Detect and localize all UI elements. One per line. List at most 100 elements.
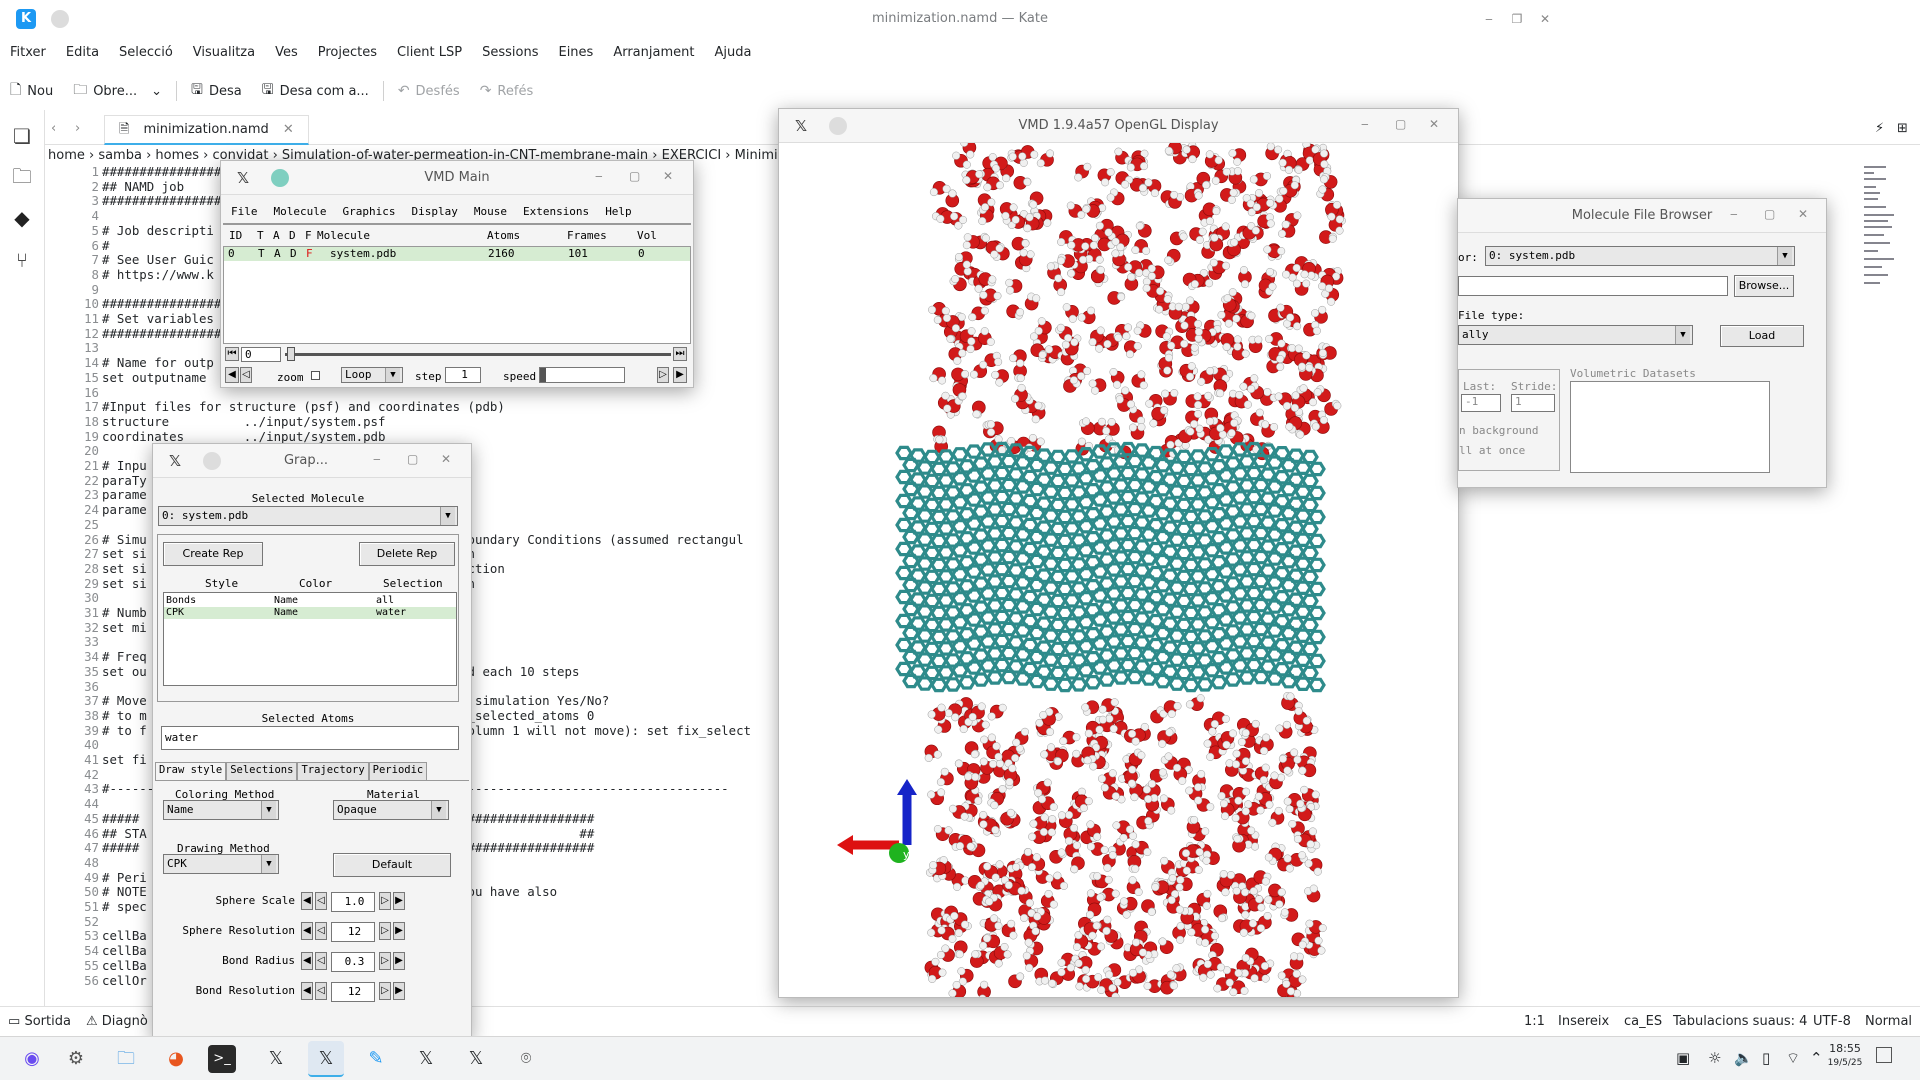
- increase-icon[interactable]: ▷: [379, 982, 391, 1000]
- screenshot-icon[interactable]: ⌾: [508, 1041, 544, 1077]
- terminal-icon[interactable]: >_: [208, 1045, 236, 1073]
- tray-expand-icon[interactable]: ⌃: [1810, 1049, 1823, 1067]
- minimize-icon[interactable]: ‒: [373, 452, 381, 466]
- code-line[interactable]: # https://www.k: [102, 267, 214, 282]
- restore-icon[interactable]: ❐: [1508, 10, 1526, 28]
- tab-1[interactable]: Selections: [226, 762, 298, 780]
- split-icon[interactable]: ⚡: [1875, 121, 1884, 136]
- menu-7[interactable]: Sessions: [472, 42, 548, 64]
- code-line[interactable]: # Freq: [102, 649, 147, 664]
- menu-8[interactable]: Eines: [548, 42, 603, 64]
- minimize-icon[interactable]: ‒: [595, 169, 603, 183]
- documents-icon[interactable]: ❏: [8, 122, 36, 150]
- tab-minimization[interactable]: 🗎 minimization.namd ✕: [104, 115, 309, 145]
- play-reverse-icon[interactable]: ◀: [225, 367, 239, 383]
- settings-icon[interactable]: ⚙: [58, 1041, 94, 1077]
- close-icon[interactable]: ✕: [441, 452, 451, 466]
- close-icon[interactable]: ✕: [1536, 10, 1554, 28]
- indentation[interactable]: Tabulacions suaus: 4: [1673, 1014, 1807, 1029]
- top-toggle[interactable]: T: [258, 247, 265, 260]
- decrease-fast-icon[interactable]: ◀: [301, 922, 313, 940]
- loop-select[interactable]: Loop: [341, 367, 403, 383]
- x11-app-active-icon[interactable]: 𝕏: [308, 1041, 344, 1077]
- molecule-scene[interactable]: y: [779, 143, 1458, 997]
- code-line[interactable]: #Input files for structure (psf) and coo…: [102, 399, 505, 414]
- stride-input[interactable]: 1: [1511, 394, 1555, 412]
- menu-3[interactable]: Visualitza: [183, 42, 265, 64]
- kde-connect-icon[interactable]: ▯: [1762, 1049, 1770, 1067]
- increase-fast-icon[interactable]: ▶: [393, 892, 405, 910]
- network-icon[interactable]: ⌔: [1786, 1049, 1800, 1068]
- show-desktop-icon[interactable]: [1876, 1047, 1892, 1063]
- increase-fast-icon[interactable]: ▶: [393, 982, 405, 1000]
- vmd-menu-4[interactable]: Mouse: [466, 199, 515, 223]
- increase-icon[interactable]: ▷: [379, 952, 391, 970]
- code-line[interactable]: set fi: [102, 752, 147, 767]
- diagnostics-tab[interactable]: ⚠ Diagnò: [86, 1014, 148, 1029]
- forward-icon[interactable]: ›: [75, 121, 80, 136]
- param-input[interactable]: 12: [331, 982, 375, 1002]
- undo-button[interactable]: ↶ Desfés: [388, 77, 470, 105]
- project-icon[interactable]: ⑂: [8, 246, 36, 274]
- code-line[interactable]: set mi: [102, 620, 147, 635]
- app-launcher-icon[interactable]: ◉: [14, 1041, 50, 1077]
- save-as-button[interactable]: 🖫 Desa com a...: [252, 77, 379, 105]
- create-rep-button[interactable]: Create Rep: [163, 542, 263, 566]
- dictionary[interactable]: ca_ES: [1624, 1014, 1662, 1029]
- increase-icon[interactable]: ▷: [379, 892, 391, 910]
- vmd-menu-2[interactable]: Graphics: [334, 199, 403, 223]
- vmd-menu-3[interactable]: Display: [403, 199, 465, 223]
- code-line[interactable]: cellBa: [102, 928, 147, 943]
- increase-fast-icon[interactable]: ▶: [393, 922, 405, 940]
- code-line[interactable]: parame: [102, 502, 147, 517]
- volumetric-list[interactable]: [1570, 381, 1770, 473]
- tab-0[interactable]: Draw style: [155, 762, 227, 780]
- last-input[interactable]: -1: [1461, 394, 1501, 412]
- vmd-menu-5[interactable]: Extensions: [515, 199, 597, 223]
- active-toggle[interactable]: A: [274, 247, 281, 260]
- maximize-icon[interactable]: ▢: [407, 452, 418, 466]
- param-input[interactable]: 12: [331, 922, 375, 942]
- frame-slider-handle[interactable]: [287, 347, 295, 361]
- encoding[interactable]: UTF-8: [1813, 1014, 1851, 1029]
- selected-atoms-input[interactable]: water: [161, 726, 459, 750]
- window-menu-dot[interactable]: [51, 10, 69, 28]
- decrease-icon[interactable]: ◁: [315, 922, 327, 940]
- layout-icon[interactable]: ⊞: [1897, 121, 1908, 136]
- rep-row-selected[interactable]: CPK Name water: [164, 607, 456, 619]
- input-mode[interactable]: Insereix: [1558, 1014, 1609, 1029]
- decrease-fast-icon[interactable]: ◀: [301, 952, 313, 970]
- code-line[interactable]: # Numb: [102, 605, 147, 620]
- volume-icon[interactable]: 🔈: [1734, 1049, 1753, 1067]
- code-line[interactable]: paraTy: [102, 473, 147, 488]
- output-tab[interactable]: ▭ Sortida: [8, 1014, 71, 1029]
- code-line[interactable]: coordinates ../input/system.pdb: [102, 429, 385, 444]
- browse-button[interactable]: Browse...: [1734, 275, 1794, 297]
- decrease-fast-icon[interactable]: ◀: [301, 892, 313, 910]
- step-forward-icon[interactable]: ▷: [657, 367, 669, 383]
- minimize-icon[interactable]: ‒: [1361, 117, 1369, 131]
- background-option[interactable]: n background: [1459, 424, 1538, 437]
- minimize-icon[interactable]: ‒: [1480, 10, 1498, 28]
- decrease-icon[interactable]: ◁: [315, 892, 327, 910]
- git-icon[interactable]: ◆: [8, 204, 36, 232]
- fixed-toggle[interactable]: F: [306, 247, 313, 260]
- vmd-menu-6[interactable]: Help: [597, 199, 640, 223]
- code-line[interactable]: # Peri: [102, 870, 147, 885]
- filesystem-icon[interactable]: 🗀: [8, 162, 36, 190]
- code-line[interactable]: cellBa: [102, 958, 147, 973]
- close-icon[interactable]: ✕: [663, 169, 673, 183]
- close-icon[interactable]: ✕: [1429, 117, 1439, 131]
- maximize-icon[interactable]: ▢: [1764, 207, 1775, 221]
- all-at-once-option[interactable]: ll at once: [1459, 444, 1525, 457]
- default-button[interactable]: Default: [333, 853, 451, 877]
- chevron-down-icon[interactable]: ⌄: [151, 84, 162, 99]
- param-input[interactable]: 0.3: [331, 952, 375, 972]
- brightness-icon[interactable]: ☼: [1708, 1049, 1721, 1067]
- rep-row[interactable]: Bonds Name all: [164, 595, 456, 607]
- load-for-select[interactable]: 0: system.pdb: [1485, 246, 1795, 266]
- back-icon[interactable]: ‹: [51, 121, 56, 136]
- files-icon[interactable]: 🗀: [108, 1041, 144, 1077]
- decrease-fast-icon[interactable]: ◀: [301, 982, 313, 1000]
- maximize-icon[interactable]: ▢: [629, 169, 640, 183]
